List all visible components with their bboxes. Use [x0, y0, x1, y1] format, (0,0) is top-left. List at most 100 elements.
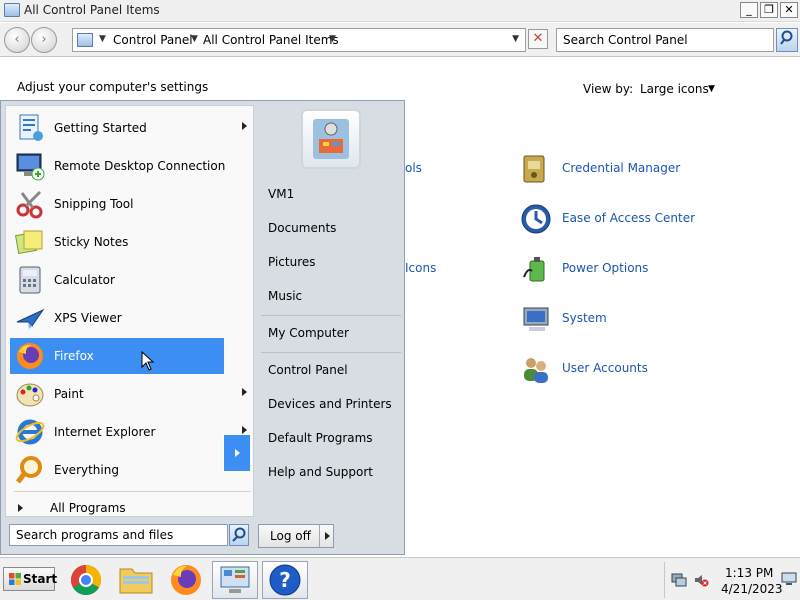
start-right-control-panel[interactable]: Control Panel: [259, 355, 401, 385]
credential-manager-icon: [523, 155, 545, 183]
start-right-devices-printers[interactable]: Devices and Printers: [259, 389, 401, 419]
program-paint[interactable]: Paint: [10, 376, 251, 412]
chevron-down-icon[interactable]: ▼: [99, 34, 106, 44]
show-desktop-icon[interactable]: [781, 570, 797, 586]
control-panel-icon: [4, 3, 20, 17]
program-sticky-notes[interactable]: Sticky Notes: [10, 224, 251, 260]
cp-item-label: System: [562, 311, 607, 325]
help-glyph: ?: [279, 568, 291, 592]
program-label: Remote Desktop Connection: [54, 159, 226, 173]
firefox-jumplist-arrow[interactable]: [223, 435, 250, 471]
start-right-documents[interactable]: Documents: [259, 213, 401, 243]
search-icon: [232, 527, 246, 542]
control-panel-icon: [77, 33, 93, 47]
log-off-label: Log off: [270, 529, 311, 543]
paint-icon: [16, 383, 44, 407]
program-label: XPS Viewer: [54, 311, 122, 325]
start-right-vm1[interactable]: VM1: [259, 179, 401, 209]
all-programs-button[interactable]: All Programs: [14, 498, 251, 518]
start-label: Start: [23, 572, 58, 586]
start-search-button[interactable]: [229, 524, 249, 546]
start-search-input[interactable]: Search programs and files: [9, 524, 228, 546]
address-history-dropdown[interactable]: ▼: [512, 34, 519, 44]
program-label: Firefox: [54, 349, 94, 363]
view-by-label: View by:: [583, 82, 634, 96]
program-internet-explorer[interactable]: Internet Explorer: [10, 414, 251, 450]
search-icon: [780, 30, 793, 45]
right-item-label: VM1: [268, 187, 295, 201]
refresh-button[interactable]: ✕: [528, 29, 548, 49]
program-label: Getting Started: [54, 121, 147, 135]
taskbar-firefox[interactable]: [163, 561, 209, 599]
chevron-down-icon[interactable]: ▼: [191, 34, 198, 44]
chevron-down-icon[interactable]: ▼: [329, 34, 336, 44]
search-input[interactable]: Search Control Panel: [556, 28, 774, 52]
program-calculator[interactable]: Calculator: [10, 262, 251, 298]
start-right-help-support[interactable]: Help and Support: [259, 457, 401, 487]
maximize-button[interactable]: ❐: [760, 2, 778, 18]
program-firefox[interactable]: Firefox: [10, 338, 224, 374]
power-options-icon: [523, 257, 545, 282]
user-avatar[interactable]: [301, 109, 361, 169]
address-toolbar: ‹ › ▼ Control Panel ▼ All Control Panel …: [0, 23, 800, 57]
start-right-my-computer[interactable]: My Computer: [259, 318, 401, 348]
breadcrumb-control-panel[interactable]: Control Panel: [113, 33, 193, 47]
search-button[interactable]: [776, 28, 798, 52]
program-getting-started[interactable]: Getting Started: [10, 110, 251, 146]
window-titlebar: All Control Panel Items _ ❐ ✕: [0, 0, 800, 22]
system-icon: [523, 307, 549, 331]
internet-explorer-icon: [15, 419, 45, 445]
address-bar[interactable]: ▼ Control Panel ▼ All Control Panel Item…: [72, 28, 526, 52]
user-accounts-icon: [524, 358, 548, 383]
submenu-arrow-icon: [242, 122, 247, 130]
network-icon[interactable]: [671, 572, 687, 588]
file-explorer-icon: [119, 568, 153, 594]
program-everything[interactable]: Everything: [10, 452, 251, 488]
shutdown-options-arrow[interactable]: [319, 525, 334, 547]
taskbar-file-explorer[interactable]: [113, 561, 159, 599]
back-button[interactable]: ‹: [4, 27, 30, 53]
program-xps-viewer[interactable]: XPS Viewer: [10, 300, 251, 336]
program-label: Sticky Notes: [54, 235, 129, 249]
breadcrumb-all-items[interactable]: All Control Panel Items: [203, 33, 339, 47]
cp-item-label: User Accounts: [562, 361, 648, 375]
firefox-icon: [17, 343, 43, 369]
forward-button[interactable]: ›: [31, 27, 57, 53]
ease-of-access-icon: [521, 204, 551, 234]
clock-time[interactable]: 1:13 PM: [725, 566, 773, 580]
volume-muted-icon[interactable]: [693, 572, 709, 588]
clock-date[interactable]: 4/21/2023: [721, 582, 783, 596]
minimize-button[interactable]: _: [740, 2, 758, 18]
robot-avatar-icon: [313, 119, 349, 159]
getting-started-icon: [19, 114, 43, 141]
chevron-down-icon[interactable]: ▼: [708, 84, 715, 94]
page-heading: Adjust your computer's settings: [17, 80, 209, 94]
start-menu: Getting Started Remote Desktop Connectio…: [0, 100, 405, 555]
log-off-button[interactable]: Log off: [258, 524, 334, 548]
cp-item-label: Power Options: [562, 261, 649, 275]
taskbar-chrome[interactable]: [63, 561, 109, 599]
partial-item-label[interactable]: ols: [405, 161, 422, 175]
submenu-arrow-icon: [242, 426, 247, 434]
cp-item-label: Credential Manager: [562, 161, 681, 175]
taskbar-control-panel[interactable]: [212, 561, 258, 599]
right-item-label: Help and Support: [268, 465, 373, 479]
firefox-icon: [171, 565, 201, 595]
start-right-music[interactable]: Music: [259, 281, 401, 311]
program-remote-desktop[interactable]: Remote Desktop Connection: [10, 148, 251, 184]
program-snipping-tool[interactable]: Snipping Tool: [10, 186, 251, 222]
divider: [14, 491, 251, 492]
start-button[interactable]: Start: [3, 567, 58, 591]
taskbar-help[interactable]: ?: [262, 561, 308, 599]
remote-desktop-icon: [16, 153, 45, 181]
partial-item-label[interactable]: Icons: [405, 261, 436, 275]
snipping-tool-icon: [16, 190, 43, 219]
start-search-placeholder: Search programs and files: [16, 528, 174, 542]
start-right-pictures[interactable]: Pictures: [259, 247, 401, 277]
start-right-default-programs[interactable]: Default Programs: [259, 423, 401, 453]
close-button[interactable]: ✕: [780, 2, 798, 18]
view-by-dropdown[interactable]: Large icons: [640, 82, 709, 96]
right-item-label: Music: [268, 289, 303, 303]
system-tray: 1:13 PM 4/21/2023: [664, 562, 800, 598]
program-label: Calculator: [54, 273, 115, 287]
